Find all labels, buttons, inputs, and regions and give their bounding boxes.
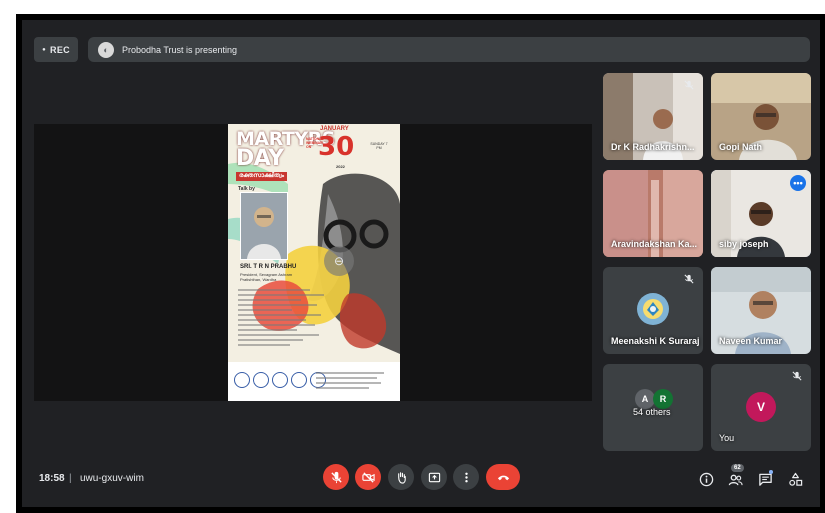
participant-tile[interactable]: Dr K Radhakrishn... [603, 73, 703, 160]
poster-body-text [238, 289, 328, 349]
participant-name: siby joseph [719, 239, 769, 249]
info-icon [699, 472, 713, 486]
org-logo [291, 372, 307, 388]
mic-off-icon [330, 471, 342, 483]
self-tile[interactable]: V You [711, 364, 811, 451]
participant-name: Dr K Radhakrishn... [611, 142, 695, 152]
others-count: 54 others [633, 407, 671, 417]
meeting-time: 18:58 [39, 473, 65, 484]
meeting-separator: | [69, 473, 72, 484]
bottom-control-bar: 18:58 | uwu-gxuv-wim 62 [22, 461, 820, 497]
poster-malayalam-tag: രക്തസാക്ഷിത്വം [236, 172, 287, 181]
present-button[interactable] [421, 464, 447, 490]
participant-avatar-r: R [653, 389, 673, 409]
participant-name: Meenakshi K Suraraj [611, 336, 700, 346]
recording-indicator[interactable]: ● REC [34, 37, 78, 62]
chat-button[interactable] [755, 469, 775, 489]
poster-logos [234, 372, 326, 388]
participant-tile-active[interactable]: ••• siby joseph [711, 170, 811, 257]
poster-speaker-name: SRI. T R N PRABHU [240, 264, 297, 270]
people-count-badge: 62 [731, 464, 744, 472]
more-options-button[interactable] [453, 464, 479, 490]
presenting-text: Probodha Trust is presenting [122, 44, 238, 55]
chat-notification-dot [769, 470, 773, 474]
mic-off-icon [683, 273, 695, 285]
meeting-code: uwu-gxuv-wim [80, 473, 144, 484]
people-icon [728, 474, 743, 485]
others-tile[interactable]: A R 54 others [603, 364, 703, 451]
presenter-avatar: ◐ [98, 41, 114, 58]
participant-tile[interactable]: Naveen Kumar [711, 267, 811, 354]
meeting-details-button[interactable] [696, 469, 716, 489]
participant-name: Aravindakshan Ka... [611, 239, 698, 249]
record-dot-icon: ● [42, 46, 47, 53]
org-logo [272, 372, 288, 388]
org-logo [253, 372, 269, 388]
participant-tile[interactable]: Meenakshi K Suraraj [603, 267, 703, 354]
participant-name: Naveen Kumar [719, 336, 783, 346]
end-call-button[interactable] [486, 464, 520, 490]
speaker-photo [240, 192, 288, 260]
poster-time: SUNDAY 7 PM [370, 142, 388, 150]
mic-off-icon [791, 370, 803, 382]
self-avatar: V [746, 392, 776, 422]
present-icon [428, 472, 440, 482]
poster-speaker-role: President, Sevagram Ashram Pratishthan, … [240, 272, 293, 282]
participant-tile[interactable]: Aravindakshan Ka... [603, 170, 703, 257]
poster-year: 2022 [336, 164, 345, 169]
participant-tile[interactable]: Gopi Nath [711, 73, 811, 160]
camera-off-icon [361, 471, 375, 483]
mic-off-icon [683, 79, 695, 91]
presentation-poster: MARTYRS DAY JANUARY NATIONAL WEBINAR ON … [228, 124, 400, 401]
people-button[interactable]: 62 [725, 464, 745, 489]
presenting-banner: ◐ Probodha Trust is presenting [88, 37, 810, 62]
org-logo [234, 372, 250, 388]
participant-name: Gopi Nath [719, 142, 762, 152]
presentation-stage[interactable]: MARTYRS DAY JANUARY NATIONAL WEBINAR ON … [34, 124, 592, 401]
activities-icon [788, 472, 802, 486]
poster-day: 30 [318, 132, 355, 162]
end-call-icon [497, 475, 509, 480]
participant-avatar-a: A [635, 389, 655, 409]
raise-hand-button[interactable] [388, 464, 414, 490]
more-options-icon [464, 472, 468, 482]
raise-hand-icon [397, 471, 406, 484]
self-name: You [719, 433, 735, 443]
activities-button[interactable] [785, 469, 805, 489]
camera-toggle-button[interactable] [355, 464, 381, 490]
poster-organizers [316, 372, 392, 392]
participant-avatar [637, 293, 669, 325]
more-options-icon[interactable]: ••• [790, 175, 806, 191]
loading-spinner-icon: ⊖ [324, 246, 354, 276]
mic-toggle-button[interactable] [323, 464, 349, 490]
recording-label: REC [50, 44, 70, 55]
meet-window: ● REC ◐ Probodha Trust is presenting MAR… [22, 20, 820, 507]
top-bar: ● REC ◐ Probodha Trust is presenting [34, 37, 810, 65]
